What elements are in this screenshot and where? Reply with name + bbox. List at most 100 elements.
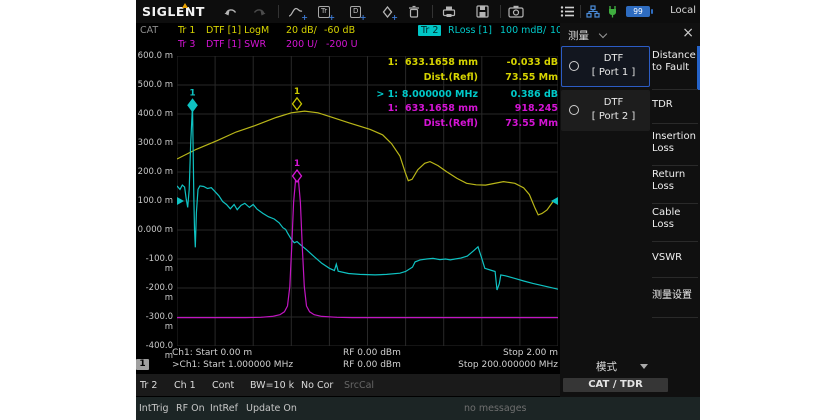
- marker-number: 1: [294, 159, 300, 169]
- marker-stimulus: 633.1658 mm: [398, 103, 478, 114]
- close-icon[interactable]: ×: [682, 25, 694, 41]
- marker-prefix: [288, 72, 398, 83]
- toolbar-separator: [580, 5, 581, 18]
- menu-item-cable-loss[interactable]: Cable Loss: [652, 207, 698, 231]
- toolbar-separator: [500, 5, 501, 18]
- trace2-id-badge[interactable]: Tr 2: [418, 25, 441, 36]
- marker-stimulus: 8.000000 MHz: [398, 89, 478, 100]
- add-tr-window-icon[interactable]: Tr +: [318, 4, 330, 19]
- marker-prefix: 1:: [288, 103, 398, 114]
- trigger-status: IntTrig: [139, 403, 169, 414]
- stop-value: Stop 2.00 m: [503, 348, 558, 358]
- status-bw[interactable]: BW=10 k: [250, 380, 294, 391]
- y-axis-label: 600.0 m: [136, 51, 173, 61]
- trace1-id[interactable]: Tr 1: [178, 25, 195, 36]
- marker-value: 73.55 Mm: [478, 118, 558, 129]
- add-display-icon[interactable]: D +: [350, 4, 361, 19]
- menu-item-insertion-loss[interactable]: Insertion Loss: [652, 131, 698, 155]
- marker-value: 0.386 dB: [478, 89, 558, 100]
- toolbar: SIGLENT + Tr + D + +: [136, 0, 700, 24]
- add-marker-icon[interactable]: +: [382, 4, 393, 19]
- trace3-ref: -200 U: [326, 39, 358, 50]
- system-status-bar: IntTrig RF On IntRef Update On no messag…: [136, 397, 700, 420]
- menu-separator: [652, 277, 698, 278]
- button-label: DTF: [578, 53, 649, 64]
- battery-indicator: 99: [626, 6, 650, 17]
- trace-info-row-1: CAT Tr 1 DTF [1] LogM 20 dB/ -60 dB Tr 2…: [136, 25, 560, 38]
- add-trace-curve-icon[interactable]: +: [288, 4, 303, 19]
- analyzer-window: SIGLENT + Tr + D + +: [136, 0, 700, 420]
- menu-item-return-loss[interactable]: Return Loss: [652, 169, 698, 193]
- message-area: no messages: [464, 403, 527, 414]
- marker-stimulus: Dist.(Refl): [398, 118, 478, 129]
- stimulus-row-distance: Ch1: Start 0.00 m RF 0.00 dBm Stop 2.00 …: [136, 348, 560, 359]
- redo-icon[interactable]: [252, 4, 266, 19]
- trace1-ref: -60 dB: [324, 25, 355, 36]
- trace3-scale: 200 U/: [286, 39, 317, 50]
- status-trace[interactable]: Tr 2: [140, 380, 157, 391]
- menu-item-measure-settings[interactable]: 测量设置: [652, 290, 698, 302]
- marker-prefix: 1:: [288, 57, 398, 68]
- logo-spark-icon: [182, 3, 188, 8]
- rf-status: RF On: [176, 403, 205, 414]
- button-sublabel: [ Port 1 ]: [578, 67, 649, 78]
- status-nocor[interactable]: No Cor: [301, 380, 333, 391]
- menu-item-tdr[interactable]: TDR: [652, 99, 698, 111]
- trace2-scale: 100 mdB/: [500, 25, 546, 36]
- dtf-port1-button[interactable]: DTF [ Port 1 ]: [561, 46, 650, 87]
- start-value: Ch1: Start 0.00 m: [172, 348, 252, 358]
- menu-item-distance-to-fault[interactable]: Distance to Fault: [652, 50, 698, 74]
- screenshot-camera-icon[interactable]: [508, 4, 524, 19]
- trace2-desc: RLoss [1]: [448, 25, 492, 36]
- chevron-down-icon: [599, 30, 607, 38]
- button-label: DTF: [578, 97, 649, 108]
- plus-badge: +: [391, 13, 398, 22]
- menu-item-vswr[interactable]: VSWR: [652, 252, 698, 264]
- y-axis-label: 300.0 m: [136, 138, 173, 148]
- trace3-id[interactable]: Tr 3: [178, 39, 195, 50]
- save-floppy-icon[interactable]: [476, 4, 489, 19]
- y-axis-label: -300.0 m: [136, 312, 173, 332]
- lan-network-icon[interactable]: [586, 4, 600, 19]
- stop-value: Stop 200.000000 MHz: [458, 360, 558, 370]
- y-axis-label: 400.0 m: [136, 109, 173, 119]
- update-status: Update On: [246, 403, 297, 414]
- status-cont[interactable]: Cont: [212, 380, 234, 391]
- power-plug-icon[interactable]: [606, 4, 619, 19]
- plus-badge: +: [301, 13, 308, 22]
- y-axis-label: -100.0 m: [136, 254, 173, 274]
- y-axis-label: 500.0 m: [136, 80, 173, 90]
- menu-list-icon[interactable]: [560, 4, 575, 19]
- menu-separator: [652, 203, 698, 204]
- status-srccal: SrcCal: [344, 380, 374, 391]
- mode-value-button[interactable]: CAT / TDR: [563, 378, 668, 392]
- delete-trash-icon[interactable]: [408, 4, 420, 19]
- trace1-desc: DTF [1] LogM: [206, 25, 269, 36]
- siglent-logo: SIGLENT: [142, 4, 205, 19]
- menu-separator: [652, 123, 698, 124]
- local-mode-label[interactable]: Local: [670, 5, 696, 16]
- dtf-port2-button[interactable]: DTF [ Port 2 ]: [561, 90, 650, 131]
- mode-label[interactable]: 模式: [596, 359, 617, 374]
- menu-separator: [652, 165, 698, 166]
- menu-separator: [652, 241, 698, 242]
- dropdown-arrow-icon[interactable]: [640, 364, 648, 369]
- marker-readout-line: Dist.(Refl) 73.55 Mm: [288, 118, 558, 129]
- recall-print-icon[interactable]: [442, 4, 456, 19]
- marker-prefix: > 1:: [288, 89, 398, 100]
- mode-label: CAT: [140, 25, 158, 36]
- y-axis-label: -200.0 m: [136, 283, 173, 303]
- marker-diamond[interactable]: [188, 99, 197, 111]
- button-sublabel: [ Port 2 ]: [578, 111, 649, 122]
- undo-icon[interactable]: [224, 4, 238, 19]
- y-axis-label: 200.0 m: [136, 167, 173, 177]
- marker-stimulus: Dist.(Refl): [398, 72, 478, 83]
- marker-readout-line: Dist.(Refl) 73.55 Mm: [288, 72, 558, 83]
- panel-header: 测量 ×: [560, 23, 700, 46]
- toolbar-separator: [278, 5, 279, 18]
- rf-power: RF 0.00 dBm: [343, 360, 401, 370]
- panel-title[interactable]: 测量: [568, 28, 589, 43]
- trace1-scale: 20 dB/: [286, 25, 317, 36]
- plus-badge: +: [360, 13, 367, 22]
- status-channel[interactable]: Ch 1: [174, 380, 196, 391]
